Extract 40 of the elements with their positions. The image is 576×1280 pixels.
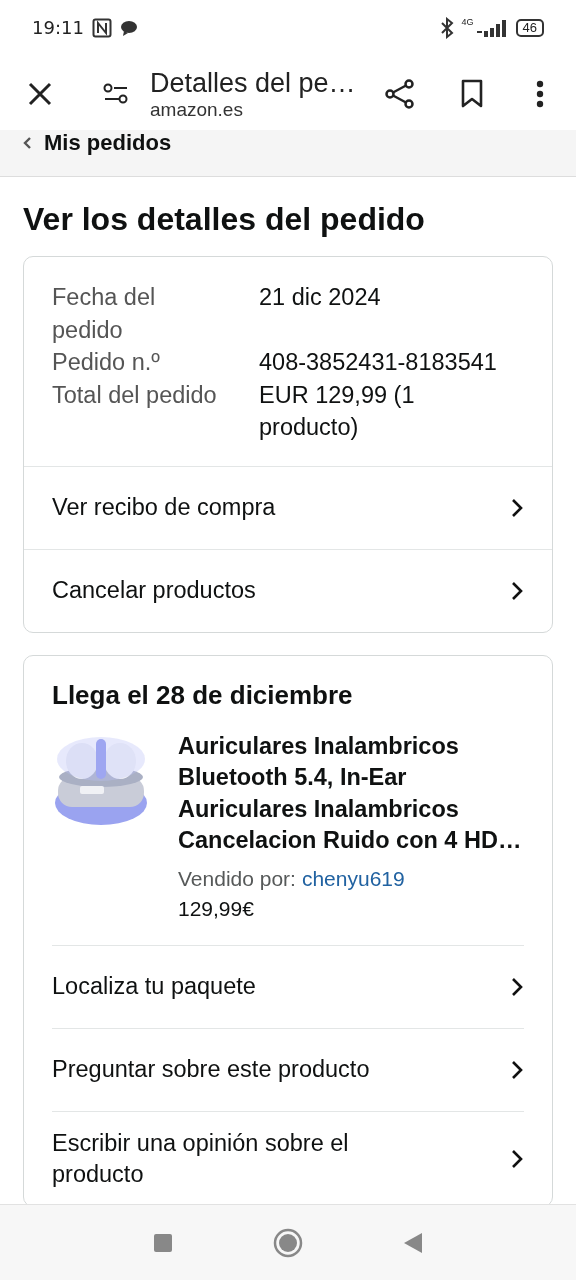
bluetooth-icon: [439, 16, 454, 39]
chevron-right-icon: [510, 579, 524, 602]
field-value: 408-3852431-8183541: [259, 348, 498, 377]
product-action[interactable]: Localiza tu paquete: [52, 944, 524, 1028]
field-label: Total del pedido: [52, 380, 218, 410]
network-type: 4G: [461, 16, 474, 27]
page-title: Detalles del pe…: [150, 67, 357, 99]
back-button[interactable]: [403, 1231, 423, 1254]
chevron-right-icon: [510, 1147, 524, 1170]
nfc-icon: [91, 17, 112, 38]
breadcrumb-link[interactable]: Mis pedidos: [22, 130, 172, 156]
product-action[interactable]: Preguntar sobre este producto: [52, 1027, 524, 1111]
product-price: 129,99€: [178, 896, 255, 921]
seller-link[interactable]: chenyu619: [301, 866, 405, 891]
order-link[interactable]: Cancelar productos: [24, 548, 552, 632]
recent-apps-button[interactable]: [153, 1232, 173, 1253]
bookmark-icon: [460, 79, 484, 109]
page-url: amazon.es: [150, 98, 244, 121]
seller-label: Vendido por:: [178, 866, 296, 891]
field-label: Fecha del pedido: [52, 283, 157, 345]
chat-bubble-icon: [119, 19, 138, 36]
close-icon: [27, 81, 53, 107]
more-icon: [536, 80, 544, 108]
chevron-right-icon: [510, 1058, 524, 1081]
delivery-date: Llega el 28 de diciembre: [52, 679, 354, 711]
chevron-right-icon: [510, 975, 524, 998]
order-link[interactable]: Ver recibo de compra: [24, 466, 552, 549]
chevron-right-icon: [510, 496, 524, 519]
share-icon: [385, 79, 415, 109]
clock: 19:11: [32, 17, 84, 38]
home-button[interactable]: [273, 1227, 303, 1258]
field-value: EUR 129,99 (1 producto): [259, 380, 416, 442]
product-name[interactable]: Auriculares Inalambricos Bluetooth 5.4, In-Ear Auriculares Inalambricos Cancelacion Ruido con 4 HD…: [178, 730, 524, 857]
page-heading: Ver los detalles del pedido: [23, 201, 426, 238]
chevron-left-icon: [22, 136, 32, 150]
sliders-icon: [103, 83, 129, 105]
signal-icon: [475, 18, 508, 37]
field-label: Pedido n.º: [52, 348, 161, 377]
field-value: 21 dic 2024: [259, 283, 382, 312]
battery-level: 46: [515, 18, 544, 37]
